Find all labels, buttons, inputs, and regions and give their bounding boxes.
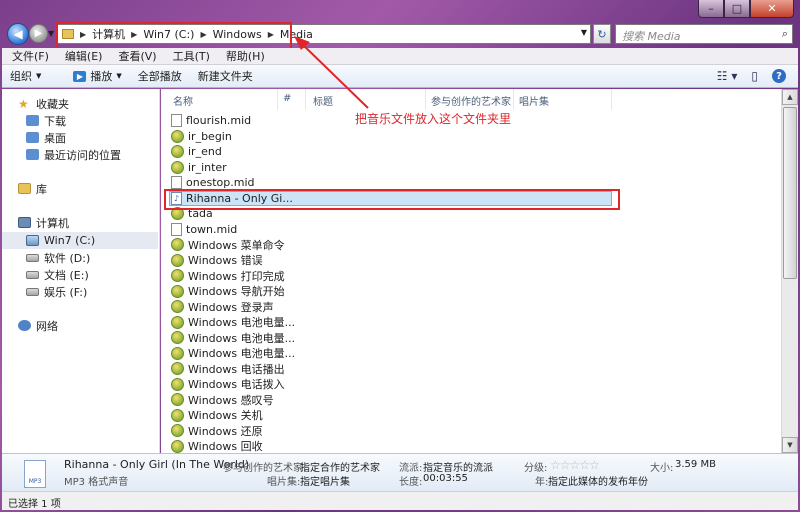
genre-value[interactable]: 指定音乐的流派: [423, 459, 493, 474]
details-title: Rihanna - Only Girl (In The World): [64, 458, 250, 471]
year-label: 年:: [535, 477, 549, 488]
album-label: 唱片集:: [267, 477, 301, 488]
status-bar: 已选择 1 项: [2, 491, 798, 510]
year-value[interactable]: 指定此媒体的发布年份: [548, 473, 648, 488]
length-value: 00:03:55: [423, 473, 468, 484]
length-label: 长度:: [399, 477, 423, 488]
annotation-text: 把音乐文件放入这个文件夹里: [355, 112, 512, 126]
rating-stars[interactable]: ☆☆☆☆☆: [550, 458, 600, 472]
artist-value[interactable]: 指定合作的艺术家: [300, 459, 380, 474]
details-pane: MP3 Rihanna - Only Girl (In The World) M…: [2, 453, 798, 491]
annotation-arrow: [294, 36, 369, 109]
album-value[interactable]: 指定唱片集: [300, 473, 350, 488]
artist-label: 参与创作的艺术家:: [223, 463, 307, 474]
size-value: 3.59 MB: [675, 459, 716, 470]
selection-status: 已选择 1 项: [8, 499, 61, 510]
explorer-window: – □ ✕ ◀ ▶ ▼ ▶ 计算机 ▶ Win7 (C:) ▶ Windows …: [0, 0, 800, 512]
genre-label: 流派:: [399, 463, 423, 474]
mp3-file-icon: MP3: [24, 460, 46, 488]
details-type: MP3 格式声音: [64, 477, 129, 488]
rating-label: 分级:: [524, 463, 548, 474]
size-label: 大小:: [650, 463, 674, 474]
